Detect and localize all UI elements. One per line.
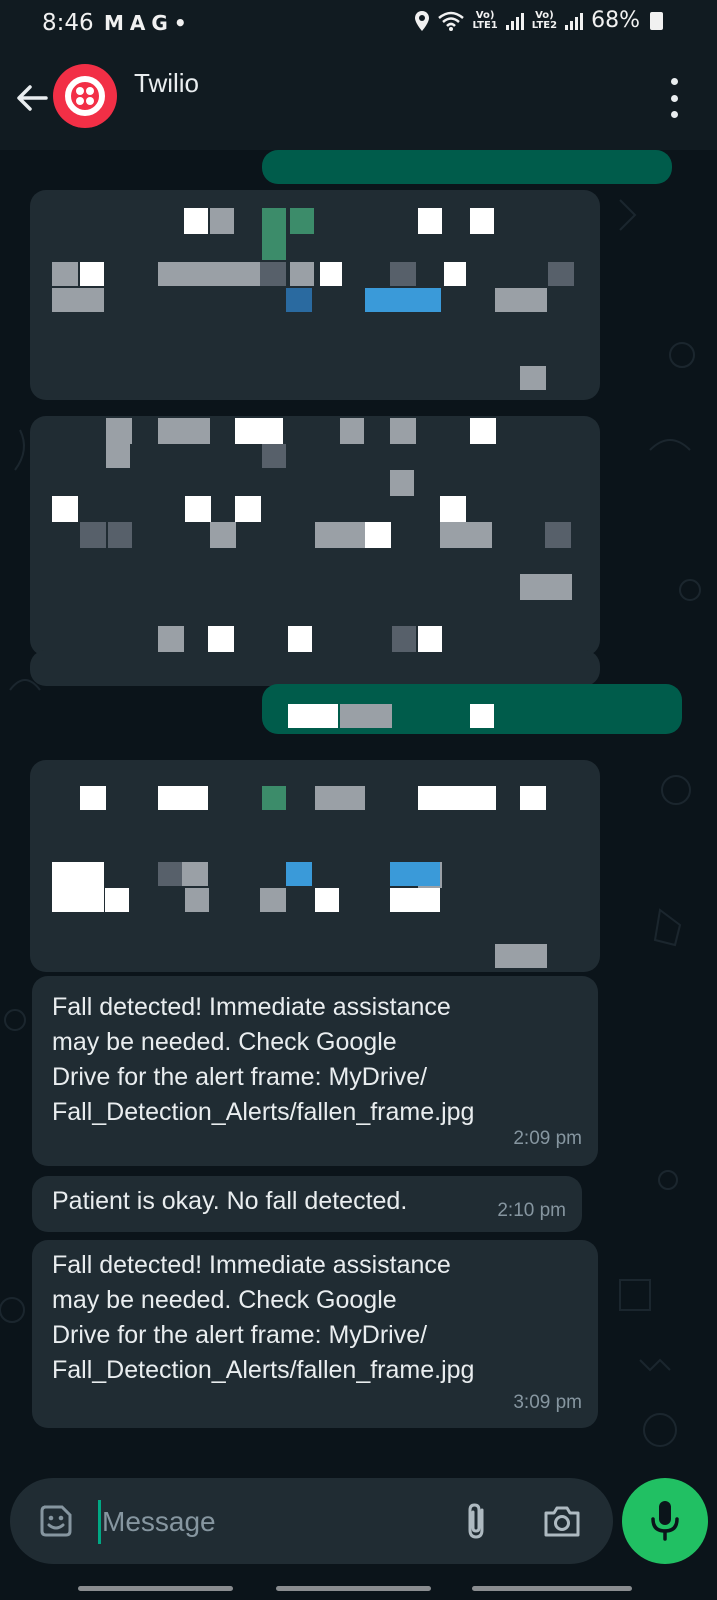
sticker-icon	[40, 1505, 72, 1537]
contact-name[interactable]: Twilio	[134, 68, 199, 99]
battery-icon	[650, 11, 663, 30]
text-cursor	[98, 1500, 101, 1544]
message-time: 3:09 pm	[513, 1392, 582, 1413]
message-input[interactable]	[102, 1500, 432, 1544]
notification-icons: M A G •	[104, 11, 187, 35]
message-time: 2:10 pm	[497, 1200, 566, 1221]
message-composer	[10, 1478, 613, 1564]
system-navigation-bar	[0, 1564, 717, 1600]
voice-message-button[interactable]	[622, 1478, 708, 1564]
camera-button[interactable]	[542, 1502, 582, 1540]
message-time: 2:09 pm	[513, 1128, 582, 1149]
google-notification-icon: G	[151, 11, 168, 35]
twilio-logo-icon	[65, 76, 105, 116]
alert-notification-icon: A	[129, 11, 146, 35]
signal-strength-1-icon	[505, 12, 524, 30]
incoming-message[interactable]: Fall detected! Immediate assistance may …	[32, 976, 598, 1166]
recent-apps-button[interactable]	[78, 1586, 233, 1591]
signal-strength-2-icon	[565, 12, 584, 30]
back-button[interactable]	[12, 78, 52, 118]
chat-header: Twilio	[0, 48, 717, 150]
wifi-icon	[438, 11, 465, 31]
emoji-button[interactable]	[38, 1503, 74, 1539]
status-time: 8:46	[42, 10, 94, 36]
incoming-message[interactable]: Patient is okay. No fall detected. 2:10 …	[32, 1176, 582, 1232]
battery-percent: 68%	[591, 8, 640, 33]
message-text: Fall detected! Immediate assistance may …	[52, 993, 475, 1126]
status-indicators: Vo) LTE1 Vo) LTE2 68%	[414, 8, 663, 33]
more-options-button[interactable]	[667, 78, 681, 118]
more-vertical-icon	[670, 78, 678, 85]
back-nav-button[interactable]	[472, 1586, 632, 1591]
status-bar: 8:46 M A G • Vo) LTE1 Vo) LTE2 68%	[0, 0, 717, 48]
microphone-icon	[651, 1501, 679, 1541]
volte2-indicator: Vo) LTE2	[531, 9, 558, 31]
contact-avatar[interactable]	[53, 64, 117, 128]
message-text: Fall detected! Immediate assistance may …	[52, 1251, 475, 1384]
gmail-notification-icon: M	[104, 11, 124, 35]
chat-area[interactable]: Fall detected! Immediate assistance may …	[0, 150, 717, 1478]
more-notifications-icon: •	[173, 11, 187, 35]
volte1-indicator: Vo) LTE1	[472, 9, 498, 31]
home-button[interactable]	[276, 1586, 431, 1591]
camera-icon	[544, 1506, 580, 1537]
paperclip-icon	[468, 1503, 484, 1539]
message-text: Patient is okay. No fall detected.	[52, 1187, 408, 1215]
pixelated-redaction	[0, 150, 717, 980]
arrow-left-icon	[17, 85, 48, 111]
location-icon	[415, 10, 430, 31]
attach-button[interactable]	[462, 1500, 492, 1542]
incoming-message[interactable]: Fall detected! Immediate assistance may …	[32, 1240, 598, 1428]
